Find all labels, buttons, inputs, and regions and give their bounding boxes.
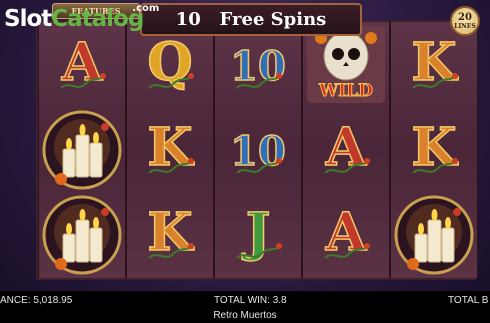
candle-icon: [427, 219, 442, 263]
free-spins-count: 10: [175, 9, 201, 30]
symbol-cell-a: A: [39, 22, 125, 107]
wild-label: WILD: [318, 81, 373, 101]
flower-icon: [188, 243, 194, 249]
flower-icon: [100, 73, 106, 79]
lines-badge: 20 LINES: [450, 6, 480, 36]
symbol-k-glyph: K: [411, 117, 458, 178]
total-win-readout: TOTAL WIN: 3.8: [214, 295, 287, 306]
reel-grid: A Q K K 10 10 J WILD A A K K: [36, 20, 478, 280]
symbol-k-glyph: K: [147, 202, 194, 263]
symbol-cell-a: A: [303, 192, 389, 277]
skull-eye-right: [348, 48, 360, 60]
watermark-part2: Catalog: [51, 6, 144, 32]
flower-icon: [276, 243, 282, 249]
marigold-icon: [365, 32, 377, 44]
symbol-cell-k: K: [127, 192, 213, 277]
marigold-icon: [55, 173, 67, 185]
symbol-cell-a: A: [303, 107, 389, 192]
free-spins-banner: 10 Free Spins: [140, 3, 362, 36]
rose-icon: [101, 208, 109, 216]
flame-icon: [79, 209, 86, 221]
flower-icon: [188, 158, 194, 164]
flame-icon: [93, 132, 99, 144]
total-bet-readout: TOTAL B: [448, 295, 489, 306]
reel-1: A: [38, 22, 126, 278]
symbol-j-glyph: J: [242, 202, 271, 263]
skull-icon: [323, 31, 369, 81]
symbol-cell-candles: [39, 192, 125, 277]
balance-readout: ANCE: 5,018.95: [0, 295, 73, 306]
symbol-q-glyph: Q: [147, 32, 192, 93]
flower-icon: [452, 158, 458, 164]
flower-icon: [188, 73, 194, 79]
bottom-info-bar: ANCE: 5,018.95 TOTAL WIN: 3.8 TOTAL B Re…: [0, 291, 490, 323]
skull-eye-left: [332, 48, 344, 60]
candle-icon: [62, 233, 76, 263]
symbol-cell-candles: [39, 107, 125, 192]
flame-icon: [445, 217, 451, 229]
flame-icon: [66, 223, 72, 235]
symbol-cell-10: 10: [215, 107, 301, 192]
flame-icon: [66, 138, 72, 150]
symbol-a-glyph: A: [61, 32, 103, 93]
reel-2: QKK: [126, 22, 214, 278]
lines-number: 20: [458, 12, 472, 23]
flame-icon: [93, 217, 99, 229]
marigold-icon: [55, 258, 67, 270]
symbol-k-glyph: K: [147, 117, 194, 178]
reel-4: WILD A A: [302, 22, 390, 278]
reel-3: 10 10 J: [214, 22, 302, 278]
candle-icon: [89, 227, 103, 263]
flower-icon: [364, 158, 370, 164]
flower-icon: [276, 158, 282, 164]
reel-5: KK: [390, 22, 478, 278]
lines-label: LINES: [454, 23, 476, 30]
flame-icon: [431, 209, 438, 221]
flower-icon: [364, 243, 370, 249]
flower-icon: [276, 73, 282, 79]
symbol-cell-k: K: [127, 107, 213, 192]
candle-icon: [414, 233, 428, 263]
game-title: Retro Muertos: [213, 310, 277, 321]
candle-icon: [62, 148, 76, 178]
flower-icon: [452, 73, 458, 79]
flame-icon: [79, 124, 86, 136]
candle-icon: [75, 134, 90, 178]
flame-icon: [418, 223, 424, 235]
rose-icon: [453, 208, 461, 216]
slotcatalog-watermark: SlotCatalog .com: [4, 3, 159, 32]
candle-icon: [89, 142, 103, 178]
symbol-a-glyph: A: [325, 202, 367, 263]
candle-icon: [75, 219, 90, 263]
symbol-k-glyph: K: [411, 32, 458, 93]
symbol-10-glyph: 10: [230, 128, 286, 175]
marigold-icon: [407, 258, 419, 270]
rose-icon: [101, 123, 109, 131]
candle-icon: [441, 227, 455, 263]
free-spins-label: Free Spins: [219, 9, 327, 30]
symbol-a-glyph: A: [325, 117, 367, 178]
watermark-suffix: .com: [132, 3, 160, 14]
watermark-part1: Slot: [4, 6, 52, 32]
symbol-cell-j: J: [215, 192, 301, 277]
symbol-cell-k: K: [391, 107, 477, 192]
game-screen: SlotCatalog .com FEATURES 10 Free Spins …: [0, 0, 490, 323]
symbol-cell-candles: [391, 192, 477, 277]
symbol-10-glyph: 10: [230, 43, 286, 90]
